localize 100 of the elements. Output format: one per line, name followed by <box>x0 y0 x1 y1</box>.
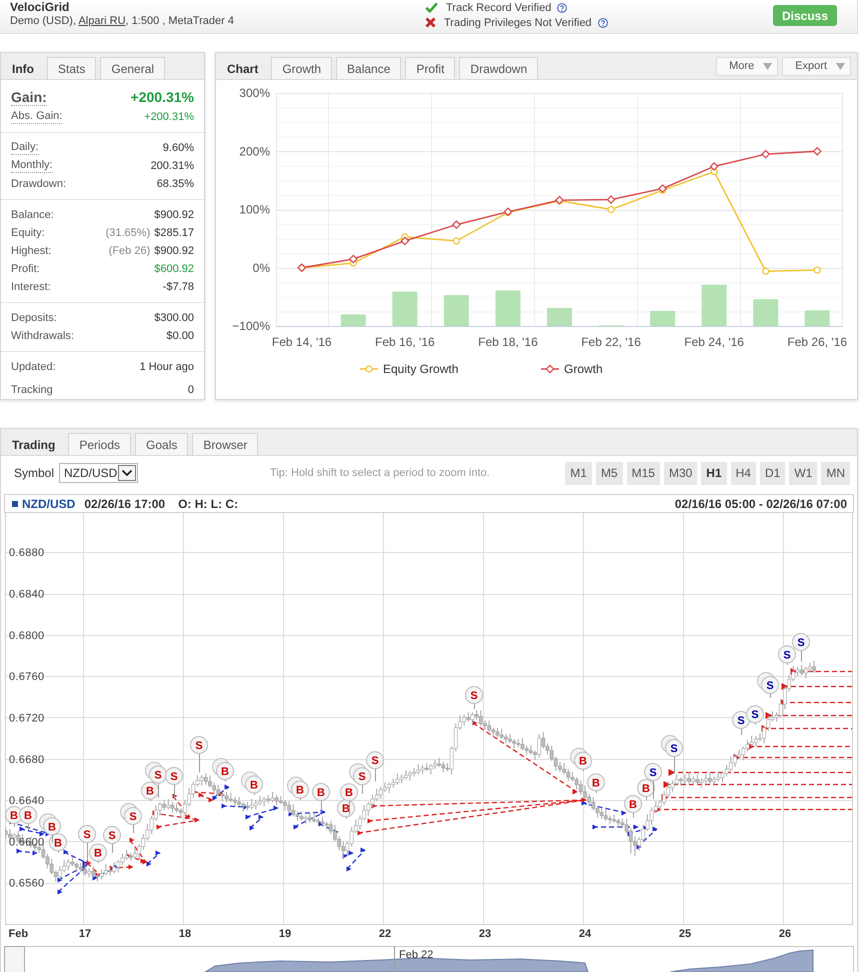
symbol-select[interactable]: NZD/USD <box>59 463 138 483</box>
period-button[interactable]: M15 <box>626 462 660 484</box>
candlestick <box>400 774 404 784</box>
candlestick <box>250 798 254 810</box>
candlestick <box>87 868 92 878</box>
candlestick <box>396 772 400 786</box>
candlestick <box>500 728 504 740</box>
candlestick <box>100 868 104 880</box>
axis-label: 0% <box>252 260 270 275</box>
tab[interactable]: Goals <box>135 433 188 455</box>
period-button[interactable]: MN <box>821 462 850 484</box>
candlestick <box>141 834 146 850</box>
candlestick <box>741 746 746 760</box>
tab[interactable]: Trading <box>5 433 64 455</box>
period-button[interactable]: W1 <box>789 462 818 484</box>
tab[interactable]: Info <box>5 57 43 79</box>
data-point <box>814 266 821 274</box>
axis-label: 0.6720 <box>9 712 44 724</box>
candlestick <box>687 772 692 784</box>
axis-label: 22 <box>378 928 392 940</box>
verification-status: Track Record Verified <box>446 2 552 14</box>
help-icon[interactable] <box>598 18 608 28</box>
navigator-handle[interactable] <box>4 946 25 972</box>
candlestick <box>78 862 83 873</box>
candlestick <box>420 764 424 775</box>
tab[interactable]: Stats <box>47 57 96 79</box>
candlestick <box>224 791 229 803</box>
axis-label: 0.6840 <box>9 588 44 601</box>
candlestick <box>504 733 508 744</box>
stat-label: Updated: <box>11 360 56 374</box>
legend-label: Equity Growth <box>383 362 458 376</box>
candlestick <box>270 791 274 803</box>
help-icon[interactable] <box>557 2 568 12</box>
candlestick <box>204 772 208 786</box>
candlestick <box>812 660 816 674</box>
candlestick <box>233 796 237 807</box>
ohlc-label: O: H: L: C: <box>178 496 238 510</box>
candlestick <box>254 800 258 810</box>
candlestick <box>696 774 700 786</box>
stat-label: Abs. Gain: <box>11 110 62 124</box>
stat-value: 200.31% <box>150 160 194 172</box>
menu-button[interactable]: Export <box>782 56 851 76</box>
period-button[interactable]: H1 <box>701 462 727 484</box>
data-point <box>762 268 770 275</box>
axis-label: 19 <box>278 928 292 940</box>
candlestick <box>416 763 420 775</box>
trade-marker: S <box>778 645 796 666</box>
tab[interactable]: Periods <box>68 433 132 455</box>
candlestick <box>566 768 570 782</box>
trade-marker: B <box>89 844 107 864</box>
stat-label: Balance: <box>11 208 54 222</box>
tab[interactable]: Profit <box>405 57 456 79</box>
candlestick <box>704 774 708 784</box>
axis-label: −100% <box>232 319 270 333</box>
candlestick <box>470 712 474 726</box>
timestamp: 02/26/16 17:00 <box>84 496 166 510</box>
axis-label: 100% <box>239 202 270 216</box>
candlestick <box>408 770 412 781</box>
candlestick <box>91 866 96 878</box>
period-button[interactable]: H4 <box>730 462 756 484</box>
candlestick <box>728 756 733 772</box>
tab[interactable]: Balance <box>336 57 402 79</box>
stat-value: $300.00 <box>154 312 194 324</box>
symbol-label: Symbol <box>14 466 54 480</box>
date-range: 02/16/16 05:00 - 02/26/16 07:00 <box>674 496 847 510</box>
stat-label: Daily: <box>11 141 39 155</box>
candlestick <box>437 757 442 768</box>
candlestick <box>291 804 296 818</box>
candlestick <box>404 770 408 780</box>
tab[interactable]: Drawdown <box>459 57 538 79</box>
candlestick <box>391 778 396 788</box>
candlestick <box>487 720 492 732</box>
candlestick <box>700 778 704 788</box>
axis-label: 0.6760 <box>9 671 44 684</box>
broker-link[interactable]: Alpari RU <box>78 15 126 27</box>
period-button[interactable]: M1 <box>565 462 592 484</box>
axis-label: Feb 26, '16 <box>787 335 848 349</box>
period-button[interactable]: M30 <box>664 462 698 484</box>
tab[interactable]: General <box>100 57 166 79</box>
period-button[interactable]: M5 <box>596 462 623 484</box>
candlestick <box>604 808 608 822</box>
candlestick <box>496 727 500 739</box>
caret-icon <box>763 62 772 70</box>
tab[interactable]: Browser <box>192 433 258 455</box>
stat-value: 9.60% <box>162 142 194 154</box>
tab[interactable]: Chart <box>220 57 268 79</box>
tab[interactable]: Growth <box>271 57 332 79</box>
candlestick <box>716 772 720 782</box>
menu-button[interactable]: More <box>716 56 778 76</box>
candlestick <box>691 776 696 786</box>
account-title: VelociGrid <box>10 1 70 14</box>
axis-label: Feb 16, '16 <box>375 335 435 349</box>
legend-square-icon <box>12 500 18 506</box>
candlestick <box>387 782 392 794</box>
stat-note: (31.65%) <box>106 227 150 239</box>
stat-label: Gain: <box>11 88 47 106</box>
period-button[interactable]: D1 <box>760 462 786 484</box>
stat-value: -$7.78 <box>162 281 194 293</box>
trade-marker: B <box>141 782 159 802</box>
candlestick <box>462 714 466 726</box>
